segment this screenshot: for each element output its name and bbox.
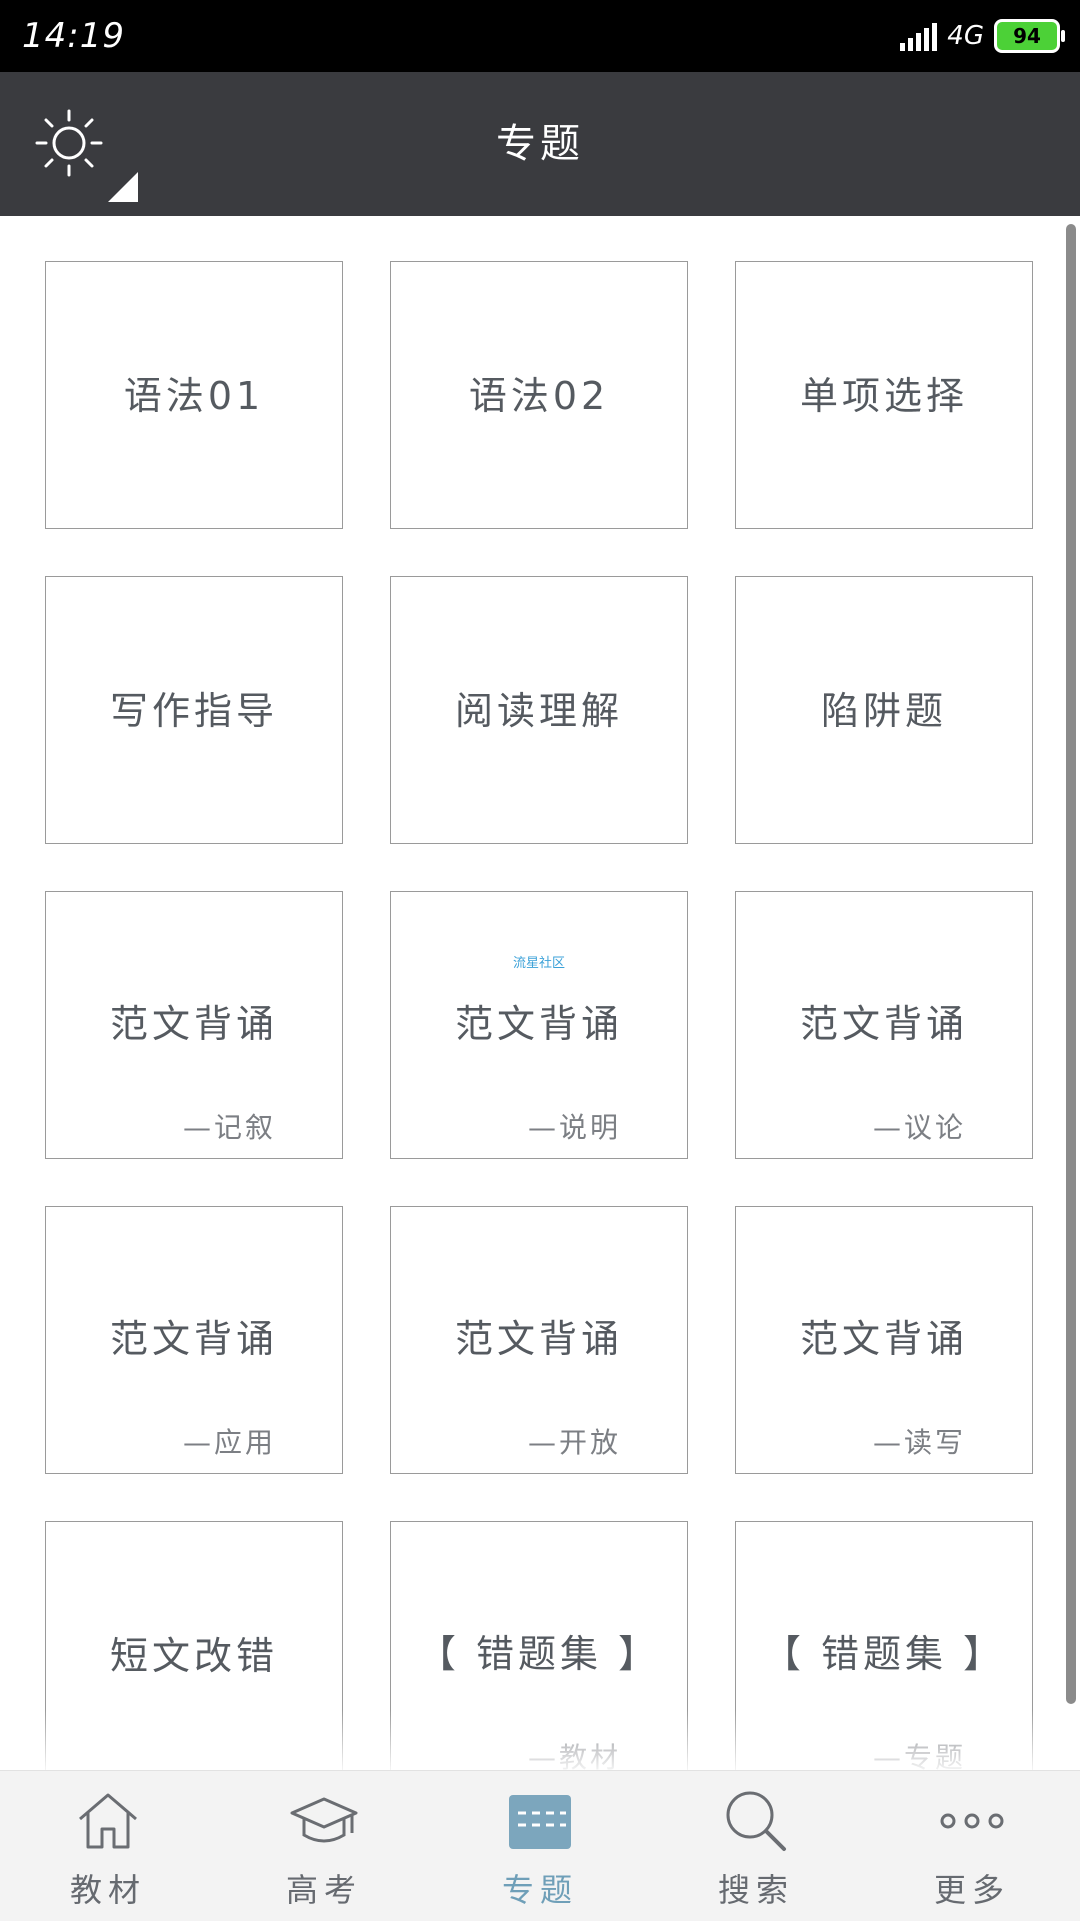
nav-label: 教材	[69, 1871, 146, 1909]
status-time: 14:19	[22, 16, 125, 56]
signal-icon	[900, 21, 938, 51]
scrollbar[interactable]	[1066, 224, 1076, 1704]
bottom-nav: 教材 高考 专题 搜索 更多	[0, 1770, 1080, 1921]
nav-item-textbook[interactable]: 教材	[0, 1771, 216, 1921]
battery-level: 94	[1013, 24, 1041, 48]
topic-tile-label: 写作指导	[109, 689, 278, 733]
topic-tile-label: 语法02	[468, 374, 610, 418]
topic-tile[interactable]: 范文背诵 —读写	[735, 1206, 1033, 1474]
more-icon	[940, 1813, 1004, 1829]
topic-tile-sublabel: —议论	[872, 1111, 966, 1144]
topic-tile-sublabel: —教材	[527, 1741, 621, 1770]
topic-card-icon	[509, 1795, 571, 1849]
graduation-cap-icon	[290, 1797, 358, 1843]
topic-tile-label: 短文改错	[109, 1634, 278, 1678]
topic-tile-sublabel: —说明	[527, 1111, 621, 1144]
topic-tile-label: 【 错题集 】	[762, 1632, 1006, 1676]
topic-tile[interactable]: 语法02	[390, 261, 688, 529]
topic-grid-area[interactable]: 语法01 语法02 单项选择 写作指导 阅读理解 陷阱题 范文背诵 —记叙 范文背诵 —说明 流星社…	[0, 216, 1080, 1770]
nav-label: 专题	[501, 1871, 578, 1909]
topic-tile[interactable]: 写作指导	[45, 576, 343, 844]
topic-tile[interactable]: 范文背诵 —应用	[45, 1206, 343, 1474]
nav-item-more[interactable]: 更多	[864, 1771, 1080, 1921]
topic-tile-sublabel: —专题	[872, 1741, 966, 1770]
topic-tile-label: 陷阱题	[820, 689, 947, 733]
topic-tile-sublabel: —开放	[527, 1426, 621, 1459]
nav-label: 高考	[285, 1871, 362, 1909]
page-title: 专题	[496, 121, 584, 167]
app-bar: 专题	[0, 72, 1080, 216]
battery-icon: 94	[994, 19, 1065, 53]
topic-tile[interactable]: 范文背诵 —说明 流星社区	[390, 891, 688, 1159]
topic-tile[interactable]: 范文背诵 —议论	[735, 891, 1033, 1159]
topic-tile-label: 单项选择	[799, 374, 968, 418]
topic-tile[interactable]: 【 错题集 】 —教材	[390, 1521, 688, 1770]
topic-tile[interactable]: 范文背诵 —记叙	[45, 891, 343, 1159]
network-type: 4G	[947, 21, 984, 51]
home-icon	[79, 1793, 137, 1849]
topic-tile-label: 【 错题集 】	[417, 1632, 661, 1676]
status-bar: 14:19 4G 94	[0, 0, 1080, 72]
topic-tile-sublabel: —读写	[872, 1426, 966, 1459]
topic-tile-sublabel: —记叙	[182, 1111, 276, 1144]
topic-tile-sublabel: —应用	[182, 1426, 276, 1459]
nav-item-topics[interactable]: 专题	[432, 1771, 648, 1921]
nav-item-search[interactable]: 搜索	[648, 1771, 864, 1921]
topic-tile[interactable]: 短文改错	[45, 1521, 343, 1770]
topic-tile[interactable]: 范文背诵 —开放	[390, 1206, 688, 1474]
topic-tile-label: 阅读理解	[454, 689, 623, 733]
topic-tile[interactable]: 【 错题集 】 —专题	[735, 1521, 1033, 1770]
nav-item-gaokao[interactable]: 高考	[216, 1771, 432, 1921]
status-indicators: 4G 94	[900, 16, 1065, 56]
topic-tile[interactable]: 单项选择	[735, 261, 1033, 529]
nav-label: 搜索	[717, 1871, 794, 1909]
topic-tile[interactable]: 陷阱题	[735, 576, 1033, 844]
topic-tile[interactable]: 阅读理解	[390, 576, 688, 844]
topic-tile[interactable]: 语法01	[45, 261, 343, 529]
topic-tile-label: 语法01	[123, 374, 265, 418]
nav-label: 更多	[933, 1871, 1010, 1909]
search-icon	[726, 1791, 786, 1851]
watermark-text: 流星社区	[512, 956, 565, 971]
